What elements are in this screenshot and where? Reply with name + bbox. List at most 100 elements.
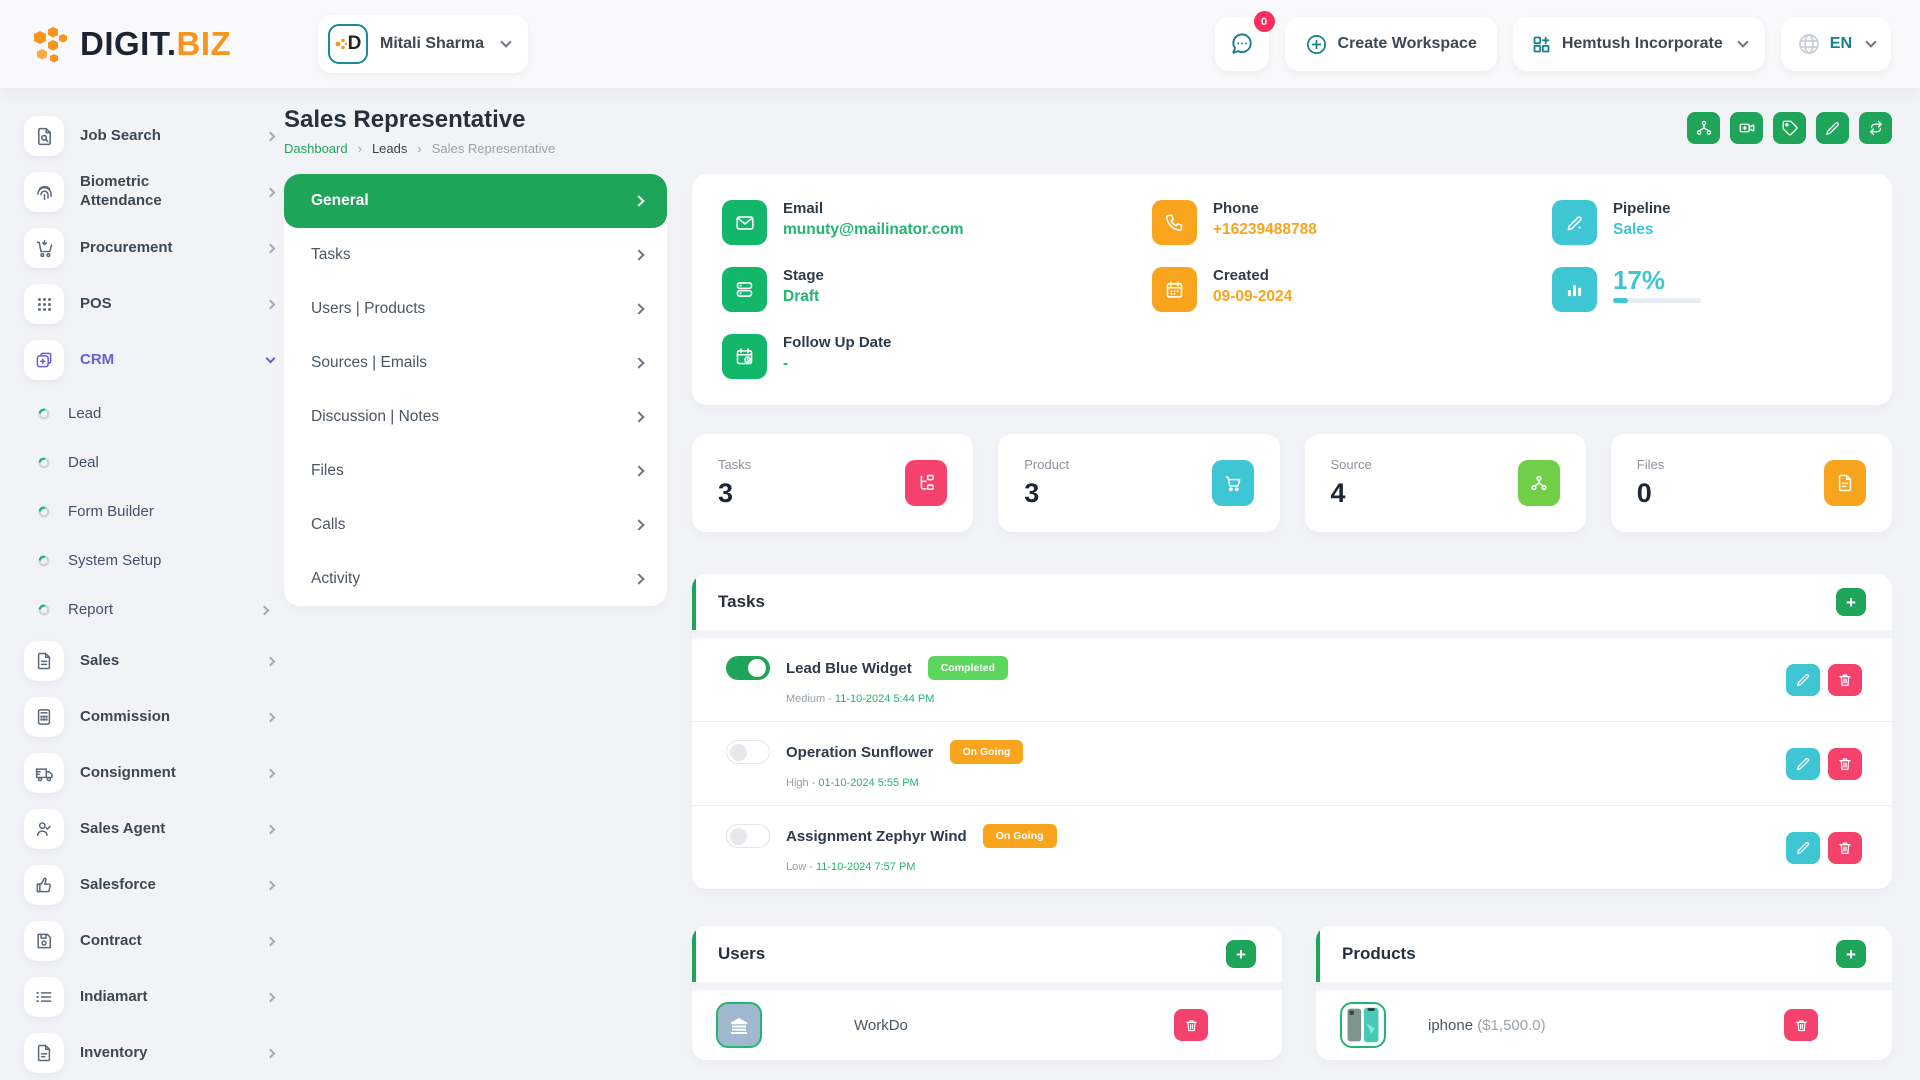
sidebar-item-job-search[interactable]: Job Search xyxy=(24,114,274,158)
sidebar-item-system-setup[interactable]: System Setup xyxy=(38,541,274,581)
task-toggle[interactable] xyxy=(726,656,770,680)
messages-button[interactable]: 0 xyxy=(1215,17,1269,71)
sidebar-item-report[interactable]: Report xyxy=(38,590,274,630)
pipeline-value: Sales xyxy=(1613,221,1671,239)
create-workspace-button[interactable]: Create Workspace xyxy=(1285,17,1497,71)
video-call-button[interactable] xyxy=(1730,112,1763,144)
sidebar-item-sales[interactable]: Sales xyxy=(24,639,274,683)
chevron-right-icon xyxy=(260,605,270,615)
add-task-button[interactable]: + xyxy=(1836,588,1866,616)
user-company-avatar xyxy=(716,1002,762,1048)
stats-row: Tasks3 Product3 Source4 xyxy=(692,434,1892,532)
create-workspace-label: Create Workspace xyxy=(1338,35,1477,53)
tab-discussion-notes[interactable]: Discussion | Notes xyxy=(284,390,667,444)
chevron-right-icon xyxy=(266,299,276,309)
bullet-icon xyxy=(38,604,50,616)
chevron-right-icon xyxy=(633,249,644,260)
edit-lead-button[interactable] xyxy=(1816,112,1849,144)
tab-tasks[interactable]: Tasks xyxy=(284,228,667,282)
chevron-right-icon xyxy=(266,936,276,946)
follow-up-icon xyxy=(722,334,767,379)
brand-text: DIGIT.BIZ xyxy=(80,25,231,63)
sidebar: Job Search Biometric Attendance Procurem… xyxy=(0,88,284,1080)
tasks-count: 3 xyxy=(718,478,751,509)
sidebar-item-consignment[interactable]: Consignment xyxy=(24,751,274,795)
probability-field: 17% xyxy=(1552,267,1862,312)
workspace-name: Hemtush Incorporate xyxy=(1562,35,1723,53)
task-datetime: 01-10-2024 5:55 PM xyxy=(818,777,918,789)
top-bar: DIGIT.BIZ D Mitali Sharma 0 xyxy=(0,0,1920,88)
app-root: DIGIT.BIZ D Mitali Sharma 0 xyxy=(0,0,1920,1080)
edit-task-button[interactable] xyxy=(1786,748,1820,780)
product-name-label: iphone ($1,500.0) xyxy=(1428,1017,1546,1034)
sidebar-item-inventory[interactable]: Inventory xyxy=(24,1031,274,1075)
product-price: ($1,500.0) xyxy=(1477,1017,1545,1034)
products-section: Products + iphone ($1,500.0) xyxy=(1316,926,1892,1060)
task-row: Assignment Zephyr Wind On Going Low - 11… xyxy=(692,806,1892,889)
task-toggle[interactable] xyxy=(726,740,770,764)
edit-task-button[interactable] xyxy=(1786,832,1820,864)
chevron-right-icon xyxy=(266,1048,276,1058)
remove-user-button[interactable] xyxy=(1174,1009,1208,1041)
sidebar-item-salesforce[interactable]: Salesforce xyxy=(24,863,274,907)
job-search-icon xyxy=(24,116,64,156)
sidebar-item-contract[interactable]: Contract xyxy=(24,919,274,963)
tab-activity[interactable]: Activity xyxy=(284,552,667,606)
add-product-button[interactable]: + xyxy=(1836,940,1866,968)
chat-icon xyxy=(1229,31,1255,57)
task-toggle[interactable] xyxy=(726,824,770,848)
brand-logo[interactable]: DIGIT.BIZ xyxy=(30,23,280,65)
sidebar-item-form-builder[interactable]: Form Builder xyxy=(38,492,274,532)
task-priority: Low xyxy=(786,861,806,873)
sidebar-item-lead[interactable]: Lead xyxy=(38,394,274,434)
sidebar-item-procurement[interactable]: Procurement xyxy=(24,226,274,270)
delete-task-button[interactable] xyxy=(1828,832,1862,864)
inventory-document-icon xyxy=(24,1033,64,1073)
email-icon xyxy=(722,200,767,245)
breadcrumb-leads-link[interactable]: Leads xyxy=(372,141,407,156)
delete-task-button[interactable] xyxy=(1828,748,1862,780)
chevron-right-icon xyxy=(633,195,644,206)
workspace-icon xyxy=(1531,34,1552,55)
workspace-selector[interactable]: Hemtush Incorporate xyxy=(1513,17,1765,71)
sidebar-item-deal[interactable]: Deal xyxy=(38,443,274,483)
stat-card-product: Product3 xyxy=(998,434,1279,532)
org-chart-button[interactable] xyxy=(1687,112,1720,144)
chevron-right-icon xyxy=(633,303,644,314)
sidebar-item-sales-agent[interactable]: Sales Agent xyxy=(24,807,274,851)
chevron-right-icon xyxy=(633,573,644,584)
bullet-icon xyxy=(38,408,50,420)
crm-icon xyxy=(24,340,64,380)
sidebar-item-biometric-attendance[interactable]: Biometric Attendance xyxy=(24,170,274,214)
delete-task-button[interactable] xyxy=(1828,664,1862,696)
pipeline-progress-fill xyxy=(1613,298,1628,303)
pipeline-field: PipelineSales xyxy=(1552,200,1862,245)
breadcrumb-dashboard-link[interactable]: Dashboard xyxy=(284,141,348,156)
breadcrumb-separator: › xyxy=(358,141,362,156)
sidebar-item-pos[interactable]: POS xyxy=(24,282,274,326)
tab-files[interactable]: Files xyxy=(284,444,667,498)
phone-icon xyxy=(1152,200,1197,245)
tab-general[interactable]: General xyxy=(284,174,667,228)
convert-lead-button[interactable] xyxy=(1859,112,1892,144)
add-user-button[interactable]: + xyxy=(1226,940,1256,968)
tab-calls[interactable]: Calls xyxy=(284,498,667,552)
sidebar-item-crm[interactable]: CRM xyxy=(24,338,274,382)
task-row: Operation Sunflower On Going High - 01-1… xyxy=(692,722,1892,806)
sidebar-item-indiamart[interactable]: Indiamart xyxy=(24,975,274,1019)
created-value: 09-09-2024 xyxy=(1213,288,1292,306)
source-stat-icon xyxy=(1518,460,1560,506)
email-value: munuty@mailinator.com xyxy=(783,221,963,239)
tab-sources-emails[interactable]: Sources | Emails xyxy=(284,336,667,390)
user-menu[interactable]: D Mitali Sharma xyxy=(318,15,528,73)
chevron-right-icon xyxy=(266,768,276,778)
follow-up-field: Follow Up Date- xyxy=(722,334,1152,379)
language-selector[interactable]: EN xyxy=(1781,17,1891,71)
page-title: Sales Representative xyxy=(284,106,555,134)
remove-product-button[interactable] xyxy=(1784,1009,1818,1041)
sidebar-item-commission[interactable]: Commission xyxy=(24,695,274,739)
label-tag-button[interactable] xyxy=(1773,112,1806,144)
edit-task-button[interactable] xyxy=(1786,664,1820,696)
tasks-section-title: Tasks xyxy=(718,592,765,612)
tab-users-products[interactable]: Users | Products xyxy=(284,282,667,336)
